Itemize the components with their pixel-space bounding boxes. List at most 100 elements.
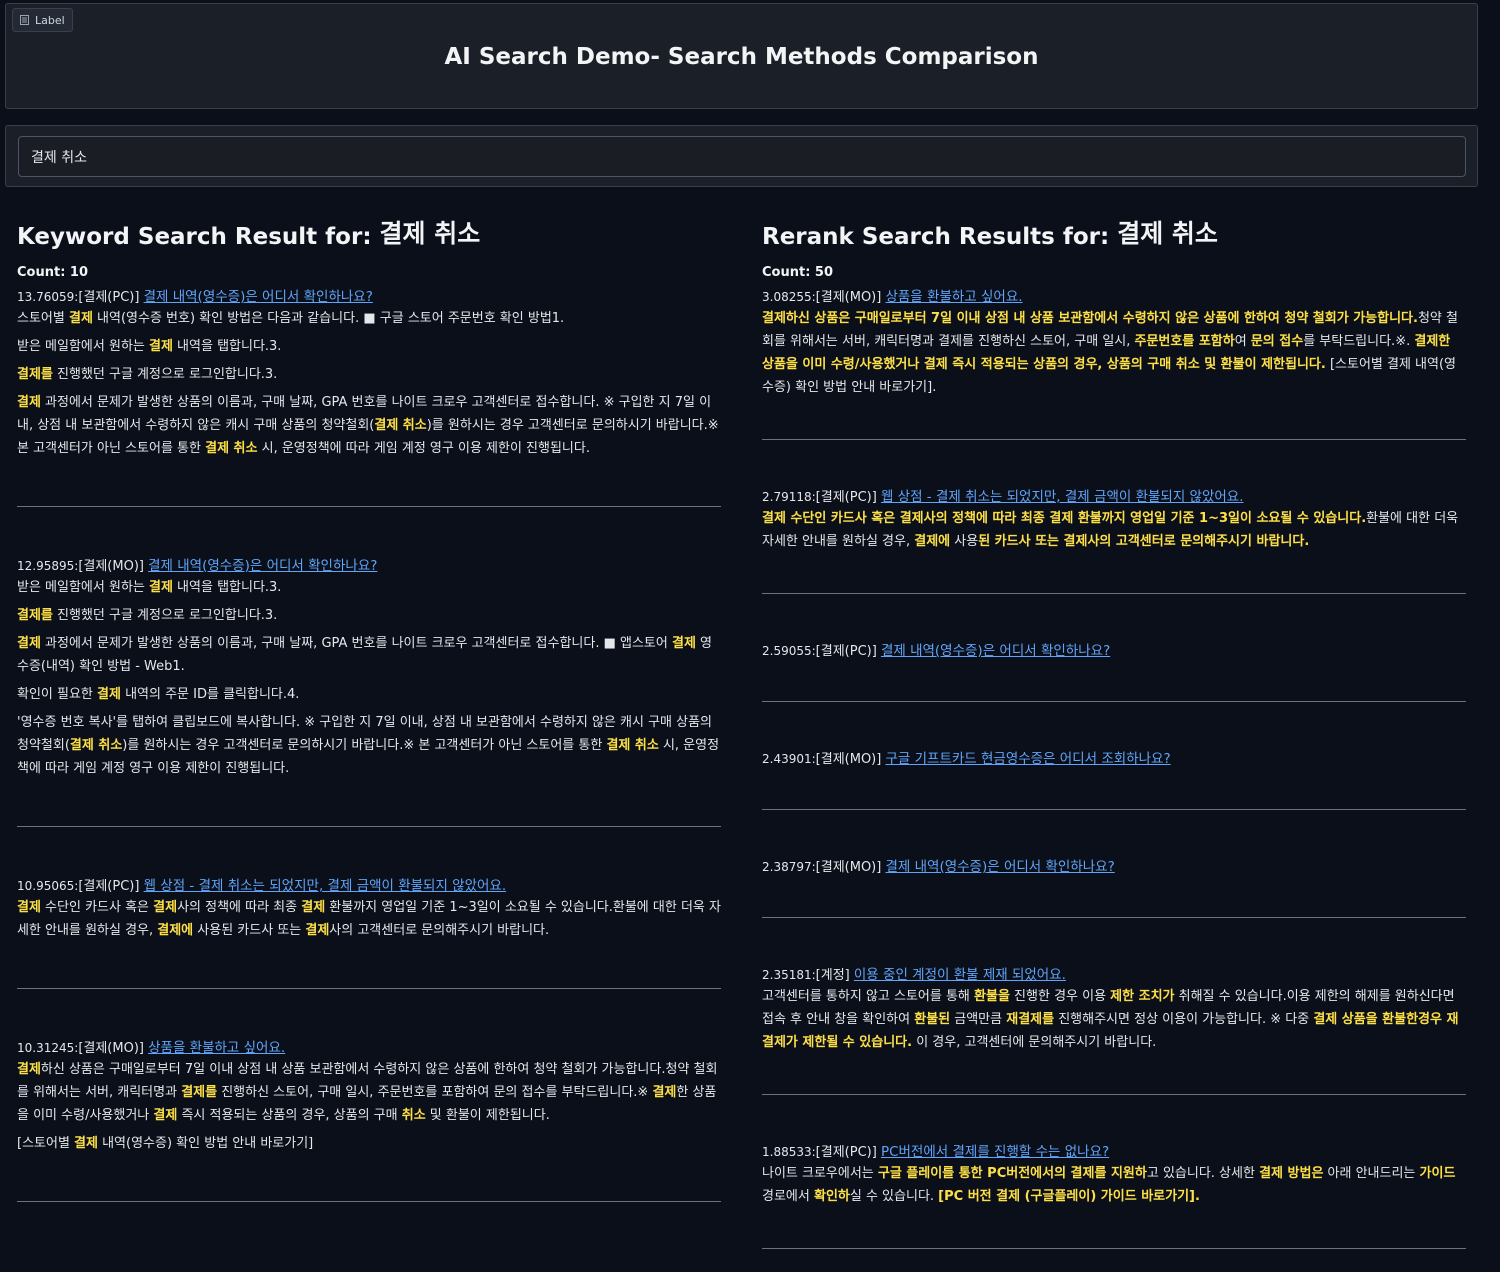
result-category: [결제(MO)] bbox=[815, 752, 882, 767]
result-text: 금액만큼 bbox=[950, 1012, 1007, 1027]
result-score: 2.35181: bbox=[762, 968, 816, 982]
result-text: 내역을 탭합니다.3. bbox=[172, 339, 282, 354]
keyword-title-query: 결제 취소 bbox=[379, 219, 481, 248]
result-score: 2.79118: bbox=[762, 490, 816, 504]
result-link[interactable]: 웹 상점 - 결제 취소는 되었지만, 결제 금액이 환불되지 않았어요. bbox=[144, 878, 507, 894]
result-header: 2.35181:[계정] 이용 중인 계정이 환불 제재 되었어요. bbox=[762, 966, 1466, 985]
result-link[interactable]: 결제 내역(영수증)은 어디서 확인하나요? bbox=[148, 558, 377, 574]
result-paragraph: '영수증 번호 복사'를 탭하여 클립보드에 복사합니다. ※ 구입한 지 7일… bbox=[17, 711, 721, 780]
result-text: 내역(영수증) 확인 방법 안내 바로가기] bbox=[97, 1136, 314, 1151]
result-text: 사의 정책에 따라 최종 bbox=[177, 900, 302, 915]
result-header: 1.88533:[결제(PC)] PC버전에서 결제를 진행할 수는 없나요? bbox=[762, 1143, 1466, 1162]
result-link[interactable]: 상품을 환불하고 싶어요. bbox=[885, 289, 1022, 305]
highlighted-term: 결제 수단인 카드사 혹은 결제사의 정책에 따라 최종 결제 환불까지 영업일… bbox=[762, 511, 1367, 526]
highlighted-term: 주문번호를 포함하 bbox=[1134, 334, 1235, 349]
highlighted-term: 결제 bbox=[17, 900, 41, 915]
label-icon bbox=[20, 15, 29, 25]
highlighted-term: 결제 bbox=[301, 900, 326, 915]
result-text: 및 환불이 제한됩니다. bbox=[425, 1108, 550, 1123]
result-paragraph: 결제하신 상품은 구매일로부터 7일 이내 상점 내 상품 보관함에서 수령하지… bbox=[17, 1058, 721, 1127]
highlighted-term: 가이드 bbox=[1419, 1166, 1456, 1181]
result-score: 10.31245: bbox=[17, 1041, 79, 1055]
result-item: 2.43901:[결제(MO)] 구글 기프트카드 현금영수증은 어디서 조회하… bbox=[762, 750, 1466, 810]
highlighted-term: 결제하신 상품은 구매일로부터 7일 이내 상점 내 상품 보관함에서 수령하지… bbox=[762, 311, 1418, 326]
result-header: 2.38797:[결제(MO)] 결제 내역(영수증)은 어디서 확인하나요? bbox=[762, 858, 1466, 877]
result-category: [결제(PC)] bbox=[815, 1145, 877, 1160]
result-body: 받은 메일함에서 원하는 결제 내역을 탭합니다.3. 결제를 진행했던 구글 계… bbox=[17, 576, 721, 780]
highlighted-term: 된 카드사 또는 결제사의 고객센터로 문의해주시기 바랍니다. bbox=[978, 534, 1310, 549]
result-category: [결제(MO)] bbox=[78, 559, 144, 574]
keyword-results-column: Keyword Search Result for: 결제 취소 Count: … bbox=[17, 210, 721, 1252]
result-body: 고객센터를 통하지 않고 스토어를 통해 환불을 진행한 경우 이용 제한 조치… bbox=[762, 985, 1466, 1054]
highlighted-term: 결제를 bbox=[17, 608, 53, 623]
result-text: 고 있습니다. 상세한 bbox=[1146, 1166, 1260, 1181]
result-score: 2.38797: bbox=[762, 860, 816, 874]
result-body: 결제 수단인 카드사 혹은 결제사의 정책에 따라 최종 결제 환불까지 영업일… bbox=[17, 896, 721, 942]
result-paragraph: 받은 메일함에서 원하는 결제 내역을 탭합니다.3. bbox=[17, 335, 721, 358]
highlighted-term: 결제에 bbox=[157, 923, 194, 938]
rerank-title-prefix: Rerank Search Results for: bbox=[762, 224, 1110, 250]
highlighted-term: 결제 취소 bbox=[606, 738, 659, 753]
result-divider bbox=[762, 1248, 1466, 1249]
result-divider bbox=[17, 988, 721, 989]
rerank-results-column: Rerank Search Results for: 결제 취소 Count: … bbox=[762, 210, 1466, 1272]
highlighted-term: 확인하 bbox=[813, 1189, 850, 1204]
result-text: 사용 bbox=[950, 534, 979, 549]
header-panel: Label AI Search Demo- Search Methods Com… bbox=[5, 3, 1478, 109]
result-paragraph: 결제 수단인 카드사 혹은 결제사의 정책에 따라 최종 결제 환불까지 영업일… bbox=[17, 896, 721, 942]
result-text: 받은 메일함에서 원하는 bbox=[17, 580, 149, 595]
highlighted-term: 결제 bbox=[149, 339, 173, 354]
result-score: 2.43901: bbox=[762, 752, 816, 766]
highlighted-term: 결제에 bbox=[914, 534, 951, 549]
result-text: 나이트 크로우에서는 bbox=[762, 1166, 878, 1181]
result-text: 내역의 주문 ID를 클릭합니다.4. bbox=[120, 687, 300, 702]
result-text: [스토어별 bbox=[17, 1136, 75, 1151]
result-paragraph: 받은 메일함에서 원하는 결제 내역을 탭합니다.3. bbox=[17, 576, 721, 599]
search-input[interactable] bbox=[18, 136, 1466, 177]
result-link[interactable]: 상품을 환불하고 싶어요. bbox=[148, 1040, 285, 1056]
result-text: 를 부탁드립니다.※. bbox=[1303, 334, 1415, 349]
result-link[interactable]: 결제 내역(영수증)은 어디서 확인하나요? bbox=[144, 289, 373, 305]
result-paragraph: [스토어별 결제 내역(영수증) 확인 방법 안내 바로가기] bbox=[17, 1132, 721, 1155]
result-body: 결제 수단인 카드사 혹은 결제사의 정책에 따라 최종 결제 환불까지 영업일… bbox=[762, 507, 1466, 553]
result-header: 3.08255:[결제(MO)] 상품을 환불하고 싶어요. bbox=[762, 288, 1466, 307]
result-text: 즉시 적용되는 상품의 경우, 상품의 구매 bbox=[177, 1108, 402, 1123]
result-divider bbox=[762, 593, 1466, 594]
result-header: 10.31245:[결제(MO)] 상품을 환불하고 싶어요. bbox=[17, 1039, 721, 1058]
result-text: 사용된 카드사 또는 bbox=[193, 923, 306, 938]
result-item: 10.95065:[결제(PC)] 웹 상점 - 결제 취소는 되었지만, 결제… bbox=[17, 877, 721, 989]
result-text: 시, 운영정책에 따라 게임 계정 영구 이용 제한이 진행됩니다. bbox=[257, 441, 590, 456]
result-body: 결제하신 상품은 구매일로부터 7일 이내 상점 내 상품 보관함에서 수령하지… bbox=[17, 1058, 721, 1155]
highlighted-term: 결제 bbox=[17, 1062, 41, 1077]
result-link[interactable]: 구글 기프트카드 현금영수증은 어디서 조회하나요? bbox=[885, 751, 1170, 767]
result-divider bbox=[762, 1094, 1466, 1095]
highlighted-term: 결제 취소 bbox=[374, 418, 427, 433]
result-header: 12.95895:[결제(MO)] 결제 내역(영수증)은 어디서 확인하나요? bbox=[17, 557, 721, 576]
result-header: 2.79118:[결제(PC)] 웹 상점 - 결제 취소는 되었지만, 결제 … bbox=[762, 488, 1466, 507]
result-item: 2.35181:[계정] 이용 중인 계정이 환불 제재 되었어요. 고객센터를 … bbox=[762, 966, 1466, 1095]
result-paragraph: 고객센터를 통하지 않고 스토어를 통해 환불을 진행한 경우 이용 제한 조치… bbox=[762, 985, 1466, 1054]
result-text: 진행하신 스토어, 구매 일시, 주문번호를 포함하여 문의 접수를 부탁드립니… bbox=[217, 1085, 653, 1100]
result-category: [결제(MO)] bbox=[78, 1041, 144, 1056]
result-link[interactable]: 결제 내역(영수증)은 어디서 확인하나요? bbox=[885, 859, 1114, 875]
result-link[interactable]: 결제 내역(영수증)은 어디서 확인하나요? bbox=[881, 643, 1110, 659]
highlighted-term: 결제 bbox=[97, 687, 121, 702]
highlighted-term: 결제 bbox=[652, 1085, 677, 1100]
label-tag: Label bbox=[12, 8, 73, 32]
result-paragraph: 결제 수단인 카드사 혹은 결제사의 정책에 따라 최종 결제 환불까지 영업일… bbox=[762, 507, 1466, 553]
result-link[interactable]: 이용 중인 계정이 환불 제재 되었어요. bbox=[854, 967, 1066, 983]
result-link[interactable]: 웹 상점 - 결제 취소는 되었지만, 결제 금액이 환불되지 않았어요. bbox=[881, 489, 1244, 505]
result-paragraph: 결제하신 상품은 구매일로부터 7일 이내 상점 내 상품 보관함에서 수령하지… bbox=[762, 307, 1466, 399]
result-link[interactable]: PC버전에서 결제를 진행할 수는 없나요? bbox=[881, 1144, 1109, 1160]
highlighted-term: 결제 bbox=[68, 311, 93, 326]
highlighted-term: 결제 bbox=[153, 1108, 178, 1123]
result-divider bbox=[17, 1201, 721, 1202]
highlighted-term: 결제 bbox=[17, 395, 41, 410]
result-text: 경로에서 bbox=[762, 1189, 814, 1204]
result-divider bbox=[17, 826, 721, 827]
result-score: 12.95895: bbox=[17, 559, 79, 573]
result-category: [결제(PC)] bbox=[78, 879, 140, 894]
highlighted-term: 결제 bbox=[153, 900, 178, 915]
result-text: 진행해주시면 정상 이용이 가능합니다. ※ 다중 bbox=[1054, 1012, 1314, 1027]
result-item: 2.59055:[결제(PC)] 결제 내역(영수증)은 어디서 확인하나요? bbox=[762, 642, 1466, 702]
